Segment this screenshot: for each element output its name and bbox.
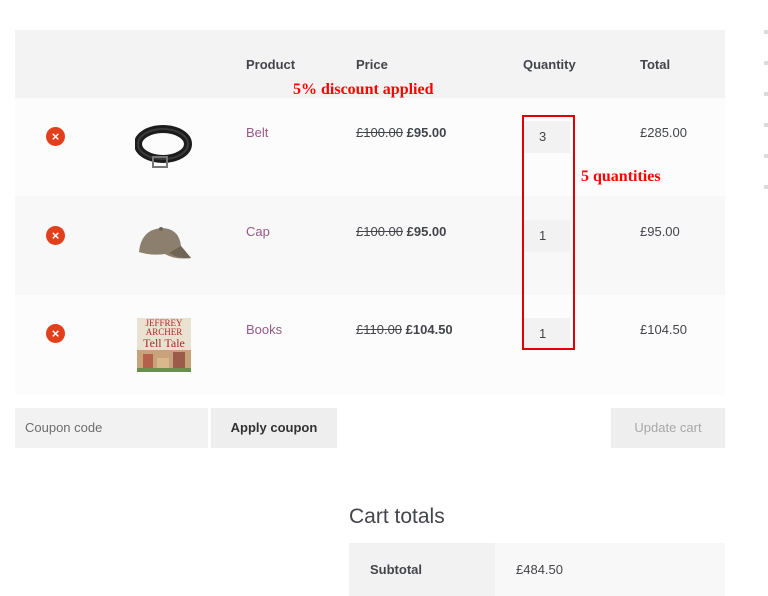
product-link-belt[interactable]: Belt xyxy=(246,125,268,140)
header-quantity: Quantity xyxy=(523,57,576,72)
book-title: Tell Tale xyxy=(143,336,185,350)
price-cap: £100.00 £95.00 xyxy=(356,224,446,239)
book-author: JEFFREY ARCHER xyxy=(145,318,183,337)
new-price: £95.00 xyxy=(406,125,447,140)
header-total: Total xyxy=(640,57,671,72)
new-price: £95.00 xyxy=(406,224,447,239)
total-belt: £285.00 xyxy=(640,125,687,140)
price-books: £110.00 £104.50 xyxy=(356,322,453,337)
cart-totals-heading: Cart totals xyxy=(349,505,445,528)
price-belt: £100.00 £95.00 xyxy=(356,125,446,140)
subtotal-label-cell: Subtotal xyxy=(349,543,495,596)
product-link-books[interactable]: Books xyxy=(246,322,282,337)
subtotal-value: £484.50 xyxy=(516,562,563,577)
remove-item-icon[interactable]: × xyxy=(46,127,65,146)
sidebar-fragment xyxy=(764,30,768,216)
header-price: Price xyxy=(356,57,388,72)
total-books: £104.50 xyxy=(640,322,687,337)
remove-item-icon[interactable]: × xyxy=(46,226,65,245)
new-price: £104.50 xyxy=(405,322,453,337)
remove-item-icon[interactable]: × xyxy=(46,324,65,343)
discount-annotation: 5% discount applied xyxy=(293,81,434,98)
total-cap: £95.00 xyxy=(640,224,680,239)
update-cart-button[interactable]: Update cart xyxy=(611,408,725,448)
belt-image[interactable] xyxy=(134,120,193,172)
header-product: Product xyxy=(246,57,296,72)
old-price: £100.00 xyxy=(356,125,403,140)
coupon-code-input[interactable]: Coupon code xyxy=(15,408,208,448)
apply-coupon-button[interactable]: Apply coupon xyxy=(211,408,337,448)
subtotal-value-cell: £484.50 xyxy=(495,543,725,596)
table-row xyxy=(15,295,725,395)
old-price: £110.00 xyxy=(356,322,403,337)
quantities-annotation: 5 quantities xyxy=(581,168,661,185)
quantities-highlight-box xyxy=(522,115,575,350)
product-link-cap[interactable]: Cap xyxy=(246,224,270,239)
old-price: £100.00 xyxy=(356,224,403,239)
subtotal-label: Subtotal xyxy=(370,562,422,577)
book-cover-image[interactable]: JEFFREY ARCHER Tell Tale xyxy=(137,318,191,372)
cap-image[interactable] xyxy=(135,222,195,264)
